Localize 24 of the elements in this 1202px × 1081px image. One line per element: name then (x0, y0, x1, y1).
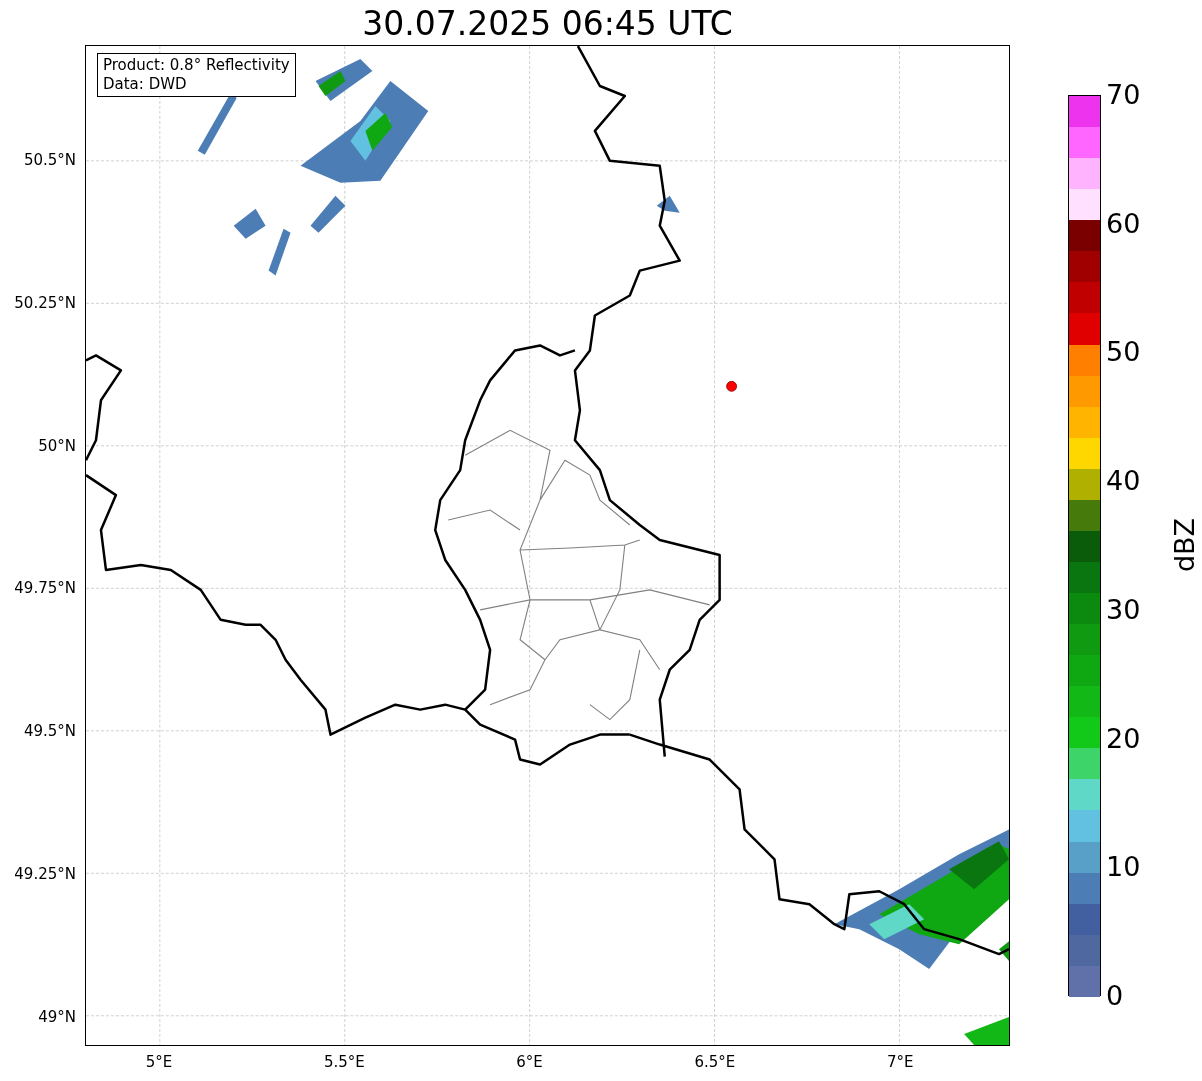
latitude-label: 50°N (38, 436, 77, 455)
latitude-label: 49.25°N (14, 865, 77, 883)
colorbar-tick-label: 10 (1106, 852, 1141, 883)
latitude-label: 49.75°N (14, 579, 77, 598)
longitude-label: 6°E (515, 1053, 544, 1071)
latitude-label: 49°N (38, 1007, 77, 1026)
longitude-label: 7°E (885, 1053, 915, 1071)
longitude-label: 5°E (144, 1053, 174, 1071)
longitude-label: 6.5°E (693, 1053, 737, 1071)
colorbar-tick-label: 20 (1106, 723, 1141, 754)
latitude-label: 49.5°N (23, 722, 77, 741)
legend-text: Product: 0.8° Reflectivity (103, 56, 290, 75)
colorbar-tick-label: 30 (1106, 594, 1141, 625)
colorbar-label: dBZ (1170, 517, 1201, 573)
colorbar-tick-label: 50 (1106, 337, 1141, 368)
colorbar-tick-label: 70 (1106, 80, 1141, 110)
latitude-label: 50.5°N (23, 151, 77, 169)
colorbar-tick-label: 0 (1106, 981, 1124, 1011)
chart-title: 30.07.2025 06:45 UTC (361, 4, 734, 44)
legend-text: Data: DWD (103, 75, 188, 94)
colorbar-tick-label: 40 (1106, 466, 1141, 497)
latitude-label: 50.25°N (14, 293, 77, 312)
longitude-label: 5.5°E (322, 1053, 366, 1071)
colorbar-tick-label: 60 (1106, 208, 1141, 239)
